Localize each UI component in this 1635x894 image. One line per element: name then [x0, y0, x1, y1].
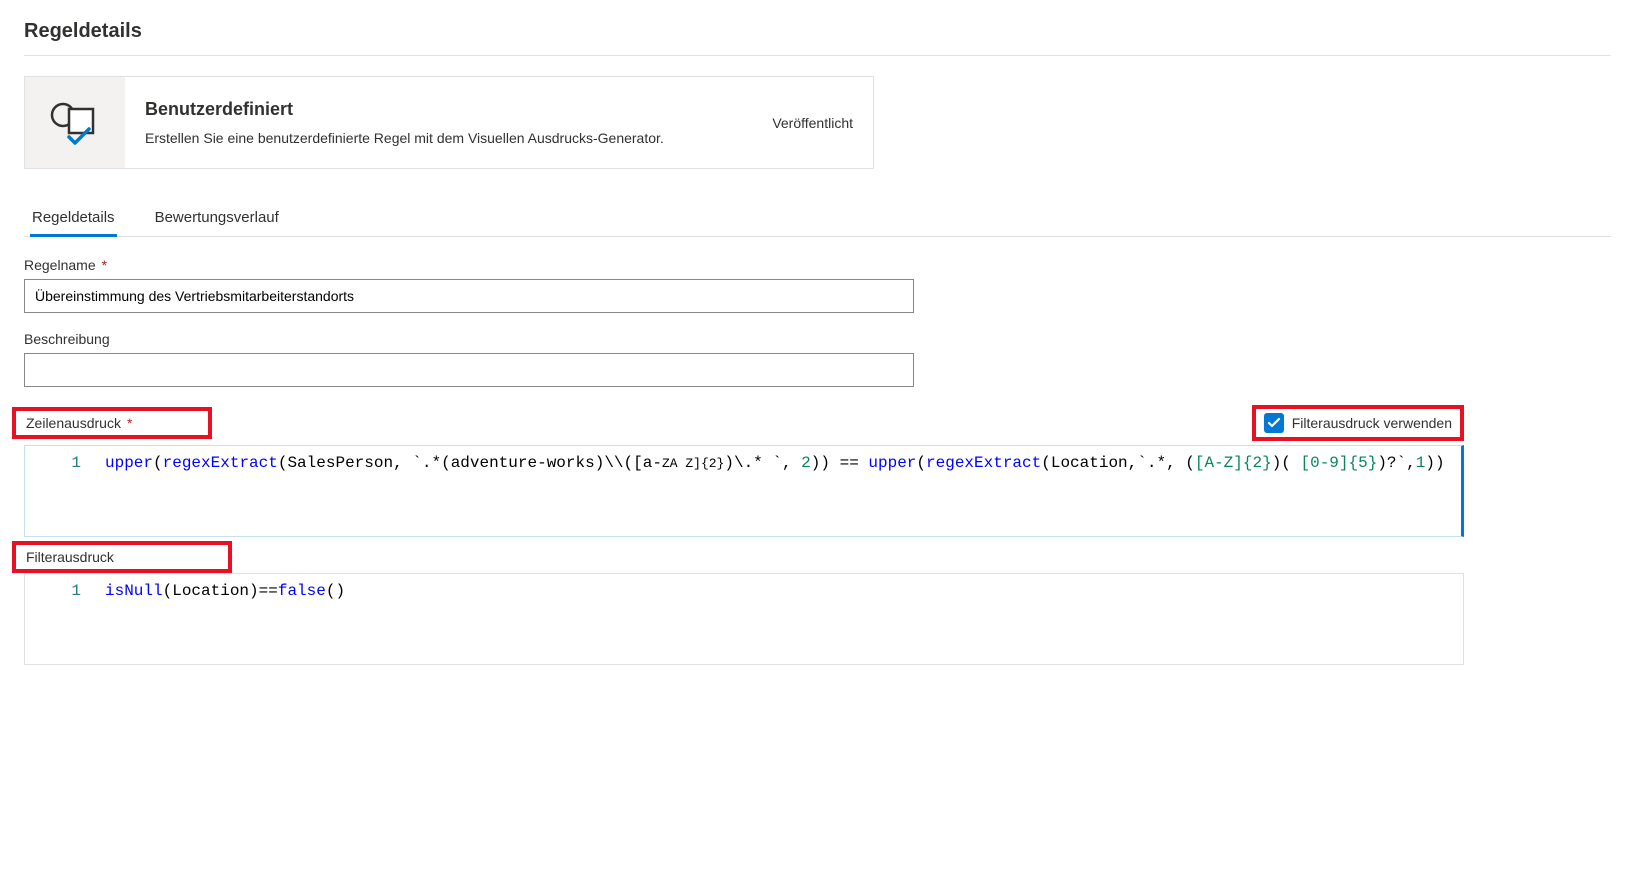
tok: [0-9]{5}: [1301, 454, 1378, 472]
tok: )): [1425, 454, 1444, 472]
tok: (: [153, 454, 163, 472]
tok: [A-Z]{2}: [1195, 454, 1272, 472]
tok: regexExtract: [163, 454, 278, 472]
tok: ==: [259, 582, 278, 600]
rule-type-card: Benutzerdefiniert Erstellen Sie eine ben…: [24, 76, 874, 169]
tab-evaluation-history[interactable]: Bewertungsverlauf: [153, 199, 281, 237]
tok: SalesPerson: [287, 454, 393, 472]
row-expression-code[interactable]: upper(regexExtract(SalesPerson, `.*(adve…: [105, 446, 1455, 536]
rule-name-label: Regelname *: [24, 257, 914, 273]
rule-type-icon-box: [25, 77, 125, 168]
description-section: Beschreibung: [24, 331, 914, 387]
tok: [a-: [633, 454, 662, 472]
filter-expression-label: Filterausdruck: [12, 541, 232, 573]
tok: Location: [172, 582, 249, 600]
tok: Location: [1051, 454, 1128, 472]
tok: (: [163, 582, 173, 600]
tok: 2: [801, 454, 811, 472]
rule-name-input[interactable]: [24, 279, 914, 313]
card-description: Erstellen Sie eine benutzerdefinierte Re…: [145, 130, 664, 146]
tok: upper: [105, 454, 153, 472]
tok: upper: [868, 454, 916, 472]
tok: ZA Z]{2}: [662, 456, 724, 471]
filter-expression-code[interactable]: isNull(Location)==false(): [105, 574, 355, 664]
tok: isNull: [105, 582, 163, 600]
tok: ,: [1406, 454, 1416, 472]
filter-expression-label-text: Filterausdruck: [26, 549, 114, 565]
row-expression-label: Zeilenausdruck *: [12, 407, 212, 439]
tok: (: [278, 454, 288, 472]
filter-checkbox-label: Filterausdruck verwenden: [1292, 415, 1452, 431]
tok: false: [278, 582, 326, 600]
card-title: Benutzerdefiniert: [145, 99, 664, 120]
filter-checkbox[interactable]: [1264, 413, 1284, 433]
tok: ,: [1128, 454, 1138, 472]
tok: (): [326, 582, 345, 600]
line-number: 1: [25, 446, 105, 536]
filter-expression-section: Filterausdruck 1 isNull(Location)==false…: [24, 545, 1464, 665]
tok: )(: [1272, 454, 1301, 472]
tok: )\.* `: [724, 454, 782, 472]
rule-name-label-text: Regelname: [24, 257, 96, 273]
row-expression-label-text: Zeilenausdruck: [26, 415, 121, 431]
required-indicator: *: [127, 415, 132, 431]
filter-checkbox-wrap[interactable]: Filterausdruck verwenden: [1252, 405, 1464, 441]
tok: ==: [830, 454, 868, 472]
card-status: Veröffentlicht: [772, 115, 853, 131]
tok: )): [811, 454, 830, 472]
tok: (: [1041, 454, 1051, 472]
tok: (: [916, 454, 926, 472]
row-expression-section: Zeilenausdruck * Filterausdruck verwende…: [24, 405, 1464, 537]
page-title: Regeldetails: [24, 20, 1611, 43]
required-indicator: *: [102, 257, 107, 273]
rule-name-section: Regelname *: [24, 257, 914, 313]
tok: 1: [1416, 454, 1426, 472]
line-number: 1: [25, 574, 105, 664]
tok: ,: [782, 454, 801, 472]
description-input[interactable]: [24, 353, 914, 387]
tok: `.*(adventure-works)\\(: [412, 454, 633, 472]
tab-rule-details[interactable]: Regeldetails: [30, 199, 117, 237]
row-expression-editor[interactable]: 1 upper(regexExtract(SalesPerson, `.*(ad…: [24, 445, 1464, 537]
check-icon: [1267, 416, 1281, 430]
description-label: Beschreibung: [24, 331, 914, 347]
custom-rule-icon: [49, 101, 101, 145]
tok: ,: [393, 454, 412, 472]
tok: regexExtract: [926, 454, 1041, 472]
tabs: Regeldetails Bewertungsverlauf: [24, 199, 1611, 237]
tok: )?`: [1377, 454, 1406, 472]
tok: ): [249, 582, 259, 600]
filter-expression-editor[interactable]: 1 isNull(Location)==false(): [24, 573, 1464, 665]
tok: `.*, (: [1137, 454, 1195, 472]
divider: [24, 55, 1611, 56]
